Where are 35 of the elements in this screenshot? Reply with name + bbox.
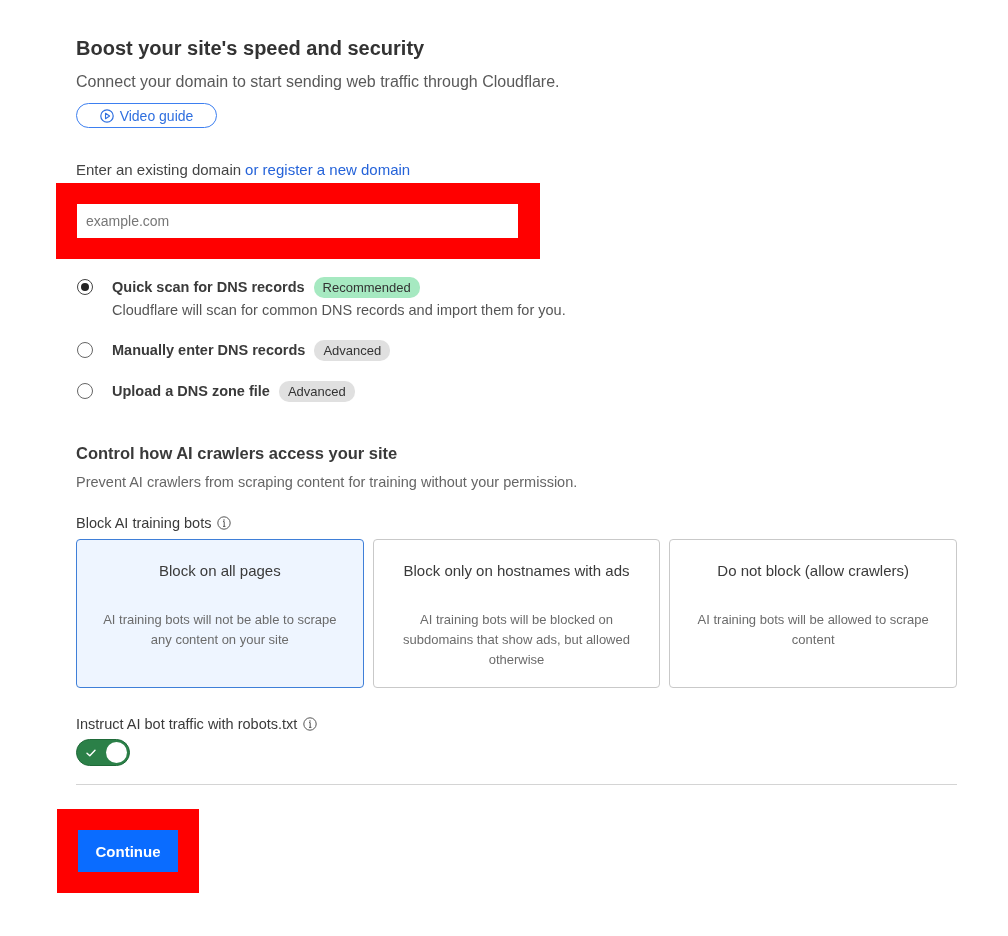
domain-label: Enter an existing domain bbox=[76, 160, 242, 180]
option-card[interactable]: Block on all pages AI training bots will not be able to scrape any content on your site bbox=[76, 539, 364, 688]
option-card[interactable]: Block only on hostnames with ads AI training bots will be blocked on subdomains that show ads, but allowed otherwise bbox=[372, 539, 661, 688]
check-icon bbox=[86, 748, 96, 757]
field-label: Instruct AI bot traffic with robots.txt bbox=[76, 715, 298, 734]
radio-button[interactable] bbox=[77, 342, 93, 358]
card-title: Do not block (allow crawlers) bbox=[716, 561, 911, 581]
card-title: Block only on hostnames with ads bbox=[402, 561, 631, 581]
radio-label[interactable]: Quick scan for DNS records bbox=[112, 279, 305, 295]
domain-input-field[interactable]: example.com bbox=[77, 204, 518, 238]
badge: Recommended bbox=[313, 276, 420, 298]
field-label: Block AI training bots bbox=[76, 514, 212, 533]
radio-button[interactable] bbox=[77, 383, 93, 399]
toggle-switch[interactable] bbox=[76, 739, 130, 766]
section-title: Control how AI crawlers access your site bbox=[76, 443, 399, 464]
card-description: AI training bots will be allowed to scrape content bbox=[696, 611, 930, 649]
radio-button[interactable] bbox=[77, 279, 93, 295]
card-description: AI training bots will not be able to scrape any content on your site bbox=[102, 611, 338, 649]
card-title: Block on all pages bbox=[157, 561, 282, 581]
badge: Advanced bbox=[314, 339, 391, 361]
play-icon bbox=[99, 108, 114, 123]
continue-button[interactable]: Continue bbox=[78, 830, 178, 872]
badge: Advanced bbox=[278, 380, 355, 402]
radio-label[interactable]: Manually enter DNS records bbox=[112, 342, 306, 358]
page-subtitle: Connect your domain to start sending web traffic through Cloudflare. bbox=[76, 72, 561, 92]
option-card[interactable]: Do not block (allow crawlers) AI training bots will be allowed to scrape content bbox=[669, 539, 957, 688]
radio-description: Cloudflare will scan for common DNS records and import them for you. bbox=[112, 301, 566, 320]
radio-label[interactable]: Upload a DNS zone file bbox=[112, 383, 270, 399]
info-icon[interactable] bbox=[303, 717, 318, 731]
page-title: Boost your site's speed and security bbox=[76, 36, 426, 61]
card-description: AI training bots will be blocked on subdomains that show ads, but allowed otherwise bbox=[402, 611, 631, 669]
info-icon[interactable] bbox=[217, 516, 232, 530]
section-description: Prevent AI crawlers from scraping content for training without your permission. bbox=[76, 473, 579, 492]
video-guide-button[interactable]: Video guide bbox=[76, 103, 217, 128]
register-domain-link[interactable]: or register a new domain bbox=[245, 160, 411, 180]
